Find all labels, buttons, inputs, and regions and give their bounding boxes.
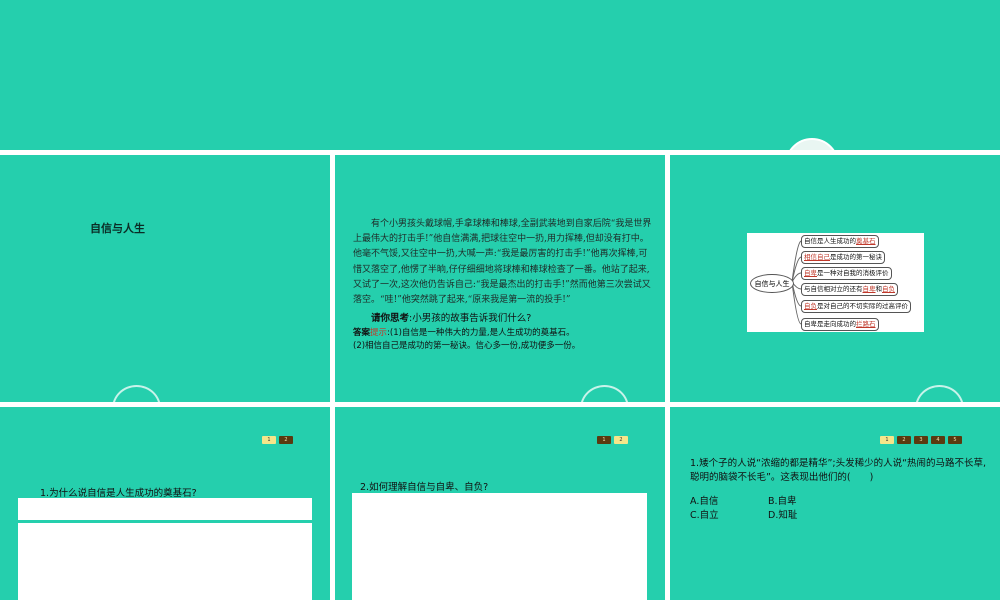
answer-2: (2)相信自己是成功的第一秘诀。信心多一份,成功便多一份。 [353, 341, 581, 351]
decorative-arc [112, 385, 161, 402]
answer-label: 答案 [353, 328, 371, 338]
answer-box[interactable] [352, 493, 647, 600]
node-highlight: 奠基石 [856, 237, 876, 245]
page-button-2[interactable]: 2 [279, 436, 293, 444]
slide-title[interactable]: 自信与人生 [0, 155, 330, 402]
answer-line-1: 答案提示:(1)自信是一种伟大的力量,是人生成功的奠基石。 [353, 327, 653, 340]
page-button-1[interactable]: 1 [262, 436, 276, 444]
slide-question-2[interactable]: 1 2 2.如何理解自信与自卑、自负? [335, 407, 665, 600]
slide-story[interactable]: 有个小男孩头戴球帽,手拿球棒和棒球,全副武装地到自家后院“我是世界上最伟大的打击… [335, 155, 665, 402]
node-highlight: 拦路石 [856, 320, 876, 328]
node-text: 是一种对自我的消极评价 [817, 269, 889, 277]
node-text: 是成功的第一秘诀 [830, 253, 882, 261]
story-text: 有个小男孩头戴球帽,手拿球棒和棒球,全副武装地到自家后院“我是世界上最伟大的打击… [353, 217, 653, 308]
slide-question-1[interactable]: 1 2 1.为什么说自信是人生成功的奠基石? [0, 407, 330, 600]
option-c[interactable]: C.自立 [690, 509, 768, 523]
option-b[interactable]: B.自卑 [768, 495, 846, 509]
mcq-options: A.自信 B.自卑 C.自立 D.知耻 [690, 495, 890, 523]
page-button-1[interactable]: 1 [880, 436, 894, 444]
mind-map-node-1: 自信是人生成功的奠基石 [801, 235, 879, 248]
mind-map-node-4: 与自信相对立的还有自卑和自负 [801, 283, 898, 296]
slide-mcq[interactable]: 1 2 3 4 5 1.矮个子的人说“浓缩的都是精华”;头发稀少的人说“热闹的马… [670, 407, 1000, 600]
question-title: 1.为什么说自信是人生成功的奠基石? [40, 488, 197, 499]
answer-1: :(1)自信是一种伟大的力量,是人生成功的奠基石。 [387, 328, 575, 338]
hint-label: 提示 [370, 328, 388, 338]
top-banner-slide [0, 0, 1000, 150]
node-highlight: 自负 [804, 302, 817, 310]
mind-map-node-3: 自卑是一种对自我的消极评价 [801, 267, 892, 280]
slide-mindmap[interactable]: 自信与人生 自信是人生成功的奠基石 相信自己是成功的第一秘诀 自卑是一种对自我的… [670, 155, 1000, 402]
page-button-2[interactable]: 2 [614, 436, 628, 444]
question-title: 2.如何理解自信与自卑、自负? [360, 482, 489, 493]
decorative-circle [785, 138, 839, 150]
node-highlight: 自负 [882, 285, 895, 293]
decorative-arc [915, 385, 964, 402]
node-highlight: 自卑 [862, 285, 876, 293]
page-button-1[interactable]: 1 [597, 436, 611, 444]
answer-box-header [18, 498, 312, 520]
mind-map-node-5: 自负是对自己的不切实际的过高评价 [801, 300, 911, 313]
answer-box[interactable] [18, 523, 312, 600]
page-indicator: 1 2 [262, 436, 293, 444]
mind-map-diagram: 自信与人生 自信是人生成功的奠基石 相信自己是成功的第一秘诀 自卑是一种对自我的… [747, 233, 924, 332]
mind-map-node-2: 相信自己是成功的第一秘诀 [801, 251, 885, 264]
node-text: 与自信相对立的还有 [804, 285, 863, 293]
page-button-3[interactable]: 3 [914, 436, 928, 444]
question-label: 请你思考 [371, 313, 410, 324]
mind-map-center: 自信与人生 [750, 274, 794, 293]
mcq-question: 1.矮个子的人说“浓缩的都是精华”;头发稀少的人说“热闹的马路不长草,聪明的脑袋… [690, 458, 987, 483]
option-d[interactable]: D.知耻 [768, 509, 846, 523]
option-a[interactable]: A.自信 [690, 495, 768, 509]
node-highlight: 自卑 [804, 269, 817, 277]
mind-map-node-6: 自卑是走向成功的拦路石 [801, 318, 879, 331]
page-indicator: 1 2 [597, 436, 628, 444]
node-highlight: 相信自己 [804, 253, 830, 261]
page-button-4[interactable]: 4 [931, 436, 945, 444]
think-question: 请你思考:小男孩的故事告诉我们什么? [371, 310, 531, 324]
node-text: 是对自己的不切实际的过高评价 [817, 302, 908, 310]
answer-block: 答案提示:(1)自信是一种伟大的力量,是人生成功的奠基石。 (2)相信自己是成功… [353, 327, 653, 353]
node-text: 自卑是走向成功的 [804, 320, 856, 328]
page-button-2[interactable]: 2 [897, 436, 911, 444]
question-text: :小男孩的故事告诉我们什么? [409, 313, 532, 324]
decorative-arc [580, 385, 629, 402]
story-paragraph: 有个小男孩头戴球帽,手拿球棒和棒球,全副武装地到自家后院“我是世界上最伟大的打击… [353, 219, 652, 306]
slide-title-text: 自信与人生 [90, 222, 145, 235]
node-text: 自信是人生成功的 [804, 237, 856, 245]
page-indicator: 1 2 3 4 5 [880, 436, 962, 444]
page-button-5[interactable]: 5 [948, 436, 962, 444]
